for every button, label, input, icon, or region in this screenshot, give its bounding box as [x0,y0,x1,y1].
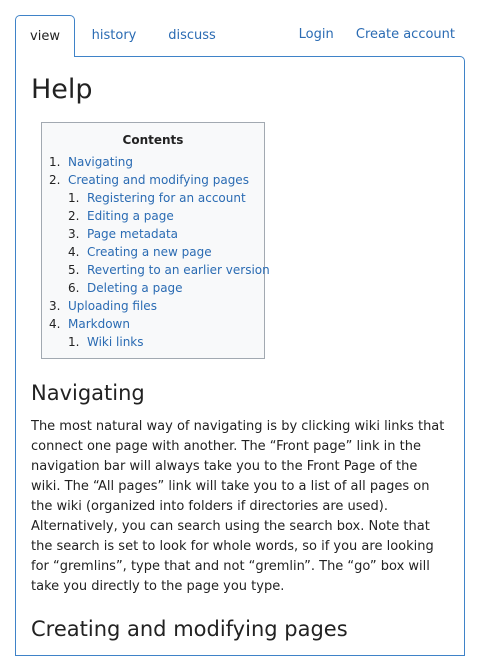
tab-history[interactable]: history [84,15,144,57]
tab-discuss[interactable]: discuss [158,15,226,57]
toc-item: 6. Deleting a page [42,279,264,297]
toc-title: Contents [122,133,184,147]
toc-item-number: 4. [68,245,80,259]
toc-item-number: 2. [68,209,80,223]
toc-item: 1. Navigating [42,153,264,171]
section-heading-creating: Creating and modifying pages [31,617,348,641]
toc-item-link[interactable]: Reverting to an earlier version [87,263,270,277]
toc-item: 1. Wiki links [42,333,264,351]
tab-view[interactable]: view [15,15,75,57]
section-text-navigating: The most natural way of navigating is by… [31,419,445,594]
toc-item: 3. Uploading files [42,297,264,315]
tab-bar: view history discuss Login Create accoun… [0,0,480,57]
toc-item: 5. Reverting to an earlier version [42,261,270,279]
user-links: Login Create account [281,27,455,42]
toc-item-link[interactable]: Creating and modifying pages [68,173,249,187]
page-title: Help [31,74,93,105]
login-link[interactable]: Login [299,27,334,42]
toc-item-number: 4. [49,317,61,331]
toc-item-number: 1. [68,191,80,205]
toc-item-link[interactable]: Deleting a page [87,281,183,295]
toc-item-link[interactable]: Page metadata [87,227,178,241]
create-account-link[interactable]: Create account [356,27,455,42]
toc-item-link[interactable]: Editing a page [87,209,174,223]
table-of-contents: Contents 1. Navigating 2. Creating and modi… [41,122,270,359]
toc-item: 1. Registering for an account [42,189,264,207]
toc-item-number: 6. [68,281,80,295]
toc-item-number: 5. [68,263,80,277]
toc-item-link[interactable]: Registering for an account [87,191,246,205]
toc-item: 3. Page metadata [42,225,264,243]
toc-item-link[interactable]: Uploading files [68,299,157,313]
toc-item: 2. Creating and modifying pages [42,171,264,189]
toc-item-number: 3. [49,299,61,313]
toc-item-link[interactable]: Navigating [68,155,133,169]
toc-item: 2. Editing a page [42,207,264,225]
toc-item-link[interactable]: Creating a new page [87,245,212,259]
toc-item-number: 2. [49,173,61,187]
toc-item: 4. Creating a new page [42,243,264,261]
toc-item: 4. Markdown [42,315,264,333]
toc-item-number: 3. [68,227,80,241]
toc-item-number: 1. [68,335,80,349]
toc-item-link[interactable]: Markdown [68,317,130,331]
toc-list: 1. Navigating 2. Creating and modifying pag… [42,153,270,351]
toc-item-link[interactable]: Wiki links [87,335,144,349]
toc-item-number: 1. [49,155,61,169]
section-heading-navigating: Navigating [31,381,145,405]
